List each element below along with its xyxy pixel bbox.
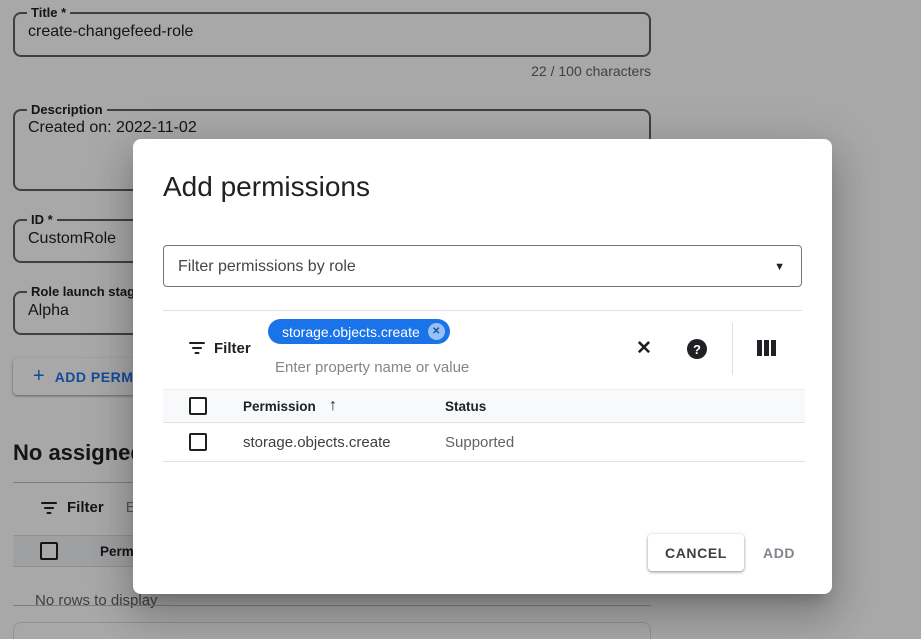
clear-filter-button[interactable]: ✕ (636, 337, 652, 360)
dialog-title: Add permissions (163, 171, 370, 203)
permissions-table-header: Permission ↑ Status (163, 389, 805, 423)
select-all-checkbox[interactable] (189, 397, 207, 415)
row-checkbox[interactable] (189, 433, 207, 451)
chip-remove-icon[interactable]: ✕ (428, 323, 445, 340)
column-display-options-icon[interactable] (757, 340, 776, 356)
add-permissions-dialog: Add permissions Filter permissions by ro… (133, 139, 832, 594)
filter-chip-label: storage.objects.create (282, 324, 420, 340)
sort-ascending-icon[interactable]: ↑ (329, 397, 337, 415)
help-icon[interactable]: ? (687, 339, 707, 359)
chevron-down-icon: ▼ (774, 246, 785, 288)
table-row[interactable]: storage.objects.create Supported (163, 423, 805, 462)
divider (732, 323, 733, 375)
role-select-placeholder: Filter permissions by role (178, 246, 356, 288)
status-column-header[interactable]: Status (445, 399, 486, 414)
filter-input-placeholder[interactable]: Enter property name or value (275, 359, 469, 376)
filter-chip[interactable]: storage.objects.create ✕ (268, 319, 450, 344)
filter-label: Filter (214, 340, 251, 357)
filter-icon (188, 342, 206, 356)
permission-column-header[interactable]: Permission (243, 399, 316, 414)
divider (163, 310, 802, 311)
cancel-button[interactable]: CANCEL (648, 534, 744, 571)
status-cell: Supported (445, 434, 514, 451)
add-button[interactable]: ADD (751, 534, 807, 571)
filter-permissions-by-role-select[interactable]: Filter permissions by role ▼ (163, 245, 802, 287)
permission-cell: storage.objects.create (243, 434, 391, 451)
